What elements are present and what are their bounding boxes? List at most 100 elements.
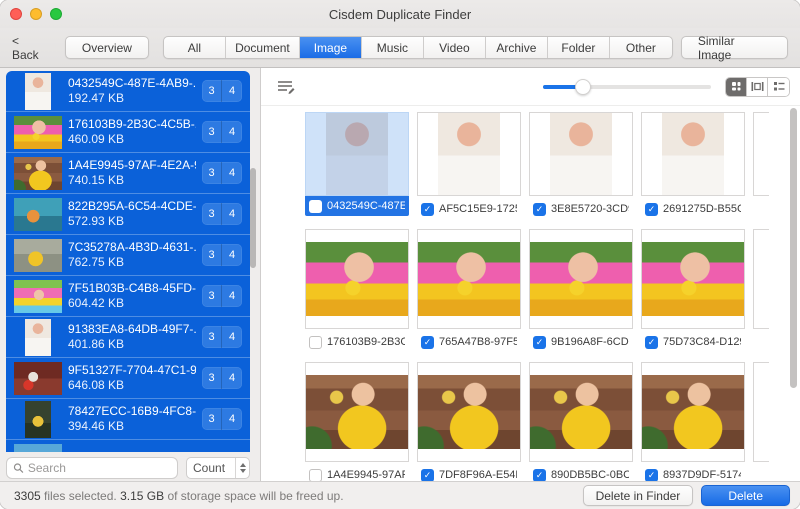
group-count-badge: 34: [202, 326, 242, 348]
grid-cell[interactable]: ✓ 765A47B8-97F5-...: [417, 229, 521, 352]
cell-label-row: ✓ 75D73C84-D129-...: [641, 332, 745, 352]
tab-video[interactable]: Video: [424, 37, 486, 58]
group-info: 176103B9-2B3C-4C5B-... 460.09 KB: [68, 117, 196, 147]
badge-count: 3: [202, 244, 222, 266]
duplicate-group-row[interactable]: 9F51327F-7704-47C1-9... 646.08 KB 3 4: [6, 358, 250, 399]
file-checkbox[interactable]: [309, 199, 322, 213]
minimize-window-button[interactable]: [30, 8, 42, 20]
thumbnail-card[interactable]: [529, 112, 633, 196]
overview-button[interactable]: Overview: [64, 36, 149, 59]
file-checkbox[interactable]: ✓: [421, 202, 434, 216]
group-count-badge: 34: [202, 408, 242, 430]
duplicate-group-row[interactable]: 78427ECC-16B9-4FC8-... 394.46 KB 3 4: [6, 399, 250, 440]
similar-image-button[interactable]: Similar Image: [680, 34, 788, 62]
file-checkbox[interactable]: ✓: [645, 468, 658, 481]
duplicate-group-row[interactable]: 91383EA8-64DB-49F7-... 401.86 KB 3 4: [6, 317, 250, 358]
thumbnail-card[interactable]: [305, 229, 409, 329]
tab-music[interactable]: Music: [362, 37, 424, 58]
grid-scrollbar[interactable]: [790, 108, 797, 388]
grid-view-button[interactable]: [726, 77, 747, 96]
group-info: 78427ECC-16B9-4FC8-... 394.46 KB: [68, 404, 196, 434]
file-checkbox[interactable]: ✓: [645, 335, 658, 349]
sort-by-popup[interactable]: Count: [186, 457, 250, 480]
select-list-icon[interactable]: [277, 79, 297, 95]
cell-filename: 9B196A8F-6CD3-...: [551, 336, 629, 348]
tab-archive[interactable]: Archive: [486, 37, 548, 58]
cell-filename: AF5C15E9-1725-...: [439, 203, 517, 215]
thumbnail-image: [418, 375, 520, 449]
delete-button[interactable]: Delete: [701, 485, 790, 506]
group-filesize: 740.15 KB: [68, 173, 125, 187]
group-info: 822B295A-6C54-4CDE-... 572.93 KB: [68, 199, 196, 229]
slider-knob[interactable]: [575, 78, 591, 95]
grid-cell[interactable]: 1A4E9945-97AF-...: [305, 362, 409, 481]
grid-cell[interactable]: ✓ 75D73C84-D129-...: [641, 229, 745, 352]
thumbnail-card[interactable]: [305, 362, 409, 462]
badge-count: 4: [228, 85, 236, 97]
thumbnail-card[interactable]: [305, 112, 409, 196]
thumbnail-card[interactable]: [641, 112, 745, 196]
grid-cell[interactable]: ✓ 2691275D-B55C-...: [641, 112, 745, 219]
grid-cell[interactable]: 0432549C-487E-...: [305, 112, 409, 216]
grid-cell[interactable]: ✓ 3E8E5720-3CD9-...: [529, 112, 633, 219]
duplicate-group-row[interactable]: 822B295A-6C54-4CDE-... 572.93 KB 3 4: [6, 194, 250, 235]
file-checkbox[interactable]: ✓: [421, 335, 434, 349]
duplicate-group-row[interactable]: 7F51B03B-C4B8-45FD-... 604.42 KB 3 4: [6, 276, 250, 317]
file-checkbox[interactable]: [309, 468, 322, 481]
badge-count: 4: [228, 290, 236, 302]
grid-cell[interactable]: ✓ 9B196A8F-6CD3-...: [529, 229, 633, 352]
tab-document[interactable]: Document: [226, 37, 300, 58]
cell-label-row: 1A4E9945-97AF-...: [305, 465, 409, 481]
file-checkbox[interactable]: ✓: [421, 468, 434, 481]
duplicate-group-grid-row: 1A4E9945-97AF-... ✓ 7DF8F96A-E54F-... ✓ 890D…: [305, 362, 800, 481]
tab-folder[interactable]: Folder: [548, 37, 610, 58]
group-thumbnail: [12, 400, 64, 438]
grid-cell[interactable]: ✓ 8937D9DF-5174-...: [641, 362, 745, 481]
duplicate-group-row[interactable]: 7C35278A-4B3D-4631-... 762.75 KB 3 4: [6, 235, 250, 276]
group-thumbnail: [12, 197, 64, 231]
group-count-badge: 34: [202, 203, 242, 225]
zoom-window-button[interactable]: [50, 8, 62, 20]
grid-cell[interactable]: 176103B9-2B3C-...: [305, 229, 409, 352]
thumbnail-image: [25, 72, 51, 110]
badge-count: 4: [228, 413, 236, 425]
file-type-tabs: All Document Image Music Video Archive Folder O…: [162, 36, 673, 59]
file-checkbox[interactable]: ✓: [533, 468, 546, 481]
thumbnail-card[interactable]: [529, 362, 633, 462]
grid-cell[interactable]: ✓ AF5C15E9-1725-...: [417, 112, 521, 219]
duplicate-group-row[interactable]: 4C5B2CB0-315B-46F1-...: [6, 440, 250, 453]
thumbnail-card[interactable]: [417, 362, 521, 462]
thumbnail-card[interactable]: [641, 229, 745, 329]
column-view-button[interactable]: [747, 77, 768, 96]
duplicate-group-row[interactable]: 176103B9-2B3C-4C5B-... 460.09 KB 3 4: [6, 112, 250, 153]
search-input[interactable]: [27, 461, 171, 476]
file-checkbox[interactable]: ✓: [533, 202, 546, 216]
stepper-icon: [235, 458, 249, 479]
app-window: Cisdem Duplicate Finder < Back Overview …: [0, 0, 800, 509]
tab-all[interactable]: All: [164, 37, 226, 58]
file-checkbox[interactable]: ✓: [533, 335, 546, 349]
duplicate-group-row[interactable]: 1A4E9945-97AF-4E2A-9...740.15 KB 34: [6, 153, 250, 194]
main-toolbar: < Back Overview All Document Image Music Vid…: [0, 28, 800, 68]
duplicate-group-row[interactable]: 0432549C-487E-4AB9-... 192.47 KB 3 4: [6, 71, 250, 112]
sidebar-scrollbar[interactable]: [250, 168, 256, 268]
back-button[interactable]: < Back: [12, 34, 49, 62]
tab-image[interactable]: Image: [299, 37, 362, 58]
delete-in-finder-button[interactable]: Delete in Finder: [582, 485, 694, 506]
group-count-badge: 34: [202, 244, 242, 266]
grid-cell[interactable]: ✓ 7DF8F96A-E54F-...: [417, 362, 521, 481]
cell-filename: 8937D9DF-5174-...: [663, 469, 741, 481]
thumbnail-card[interactable]: [417, 229, 521, 329]
search-icon: [13, 463, 24, 473]
thumbnail-size-slider[interactable]: [543, 78, 711, 95]
file-checkbox[interactable]: [309, 335, 322, 349]
thumbnail-card[interactable]: [641, 362, 745, 462]
thumbnail-card[interactable]: [417, 112, 521, 196]
file-checkbox[interactable]: ✓: [645, 202, 658, 216]
list-view-button[interactable]: [768, 77, 789, 96]
close-window-button[interactable]: [10, 8, 22, 20]
search-field[interactable]: [6, 457, 178, 480]
tab-other[interactable]: Other: [610, 37, 672, 58]
thumbnail-card[interactable]: [529, 229, 633, 329]
grid-cell[interactable]: ✓ 890DB5BC-0BCD...: [529, 362, 633, 481]
